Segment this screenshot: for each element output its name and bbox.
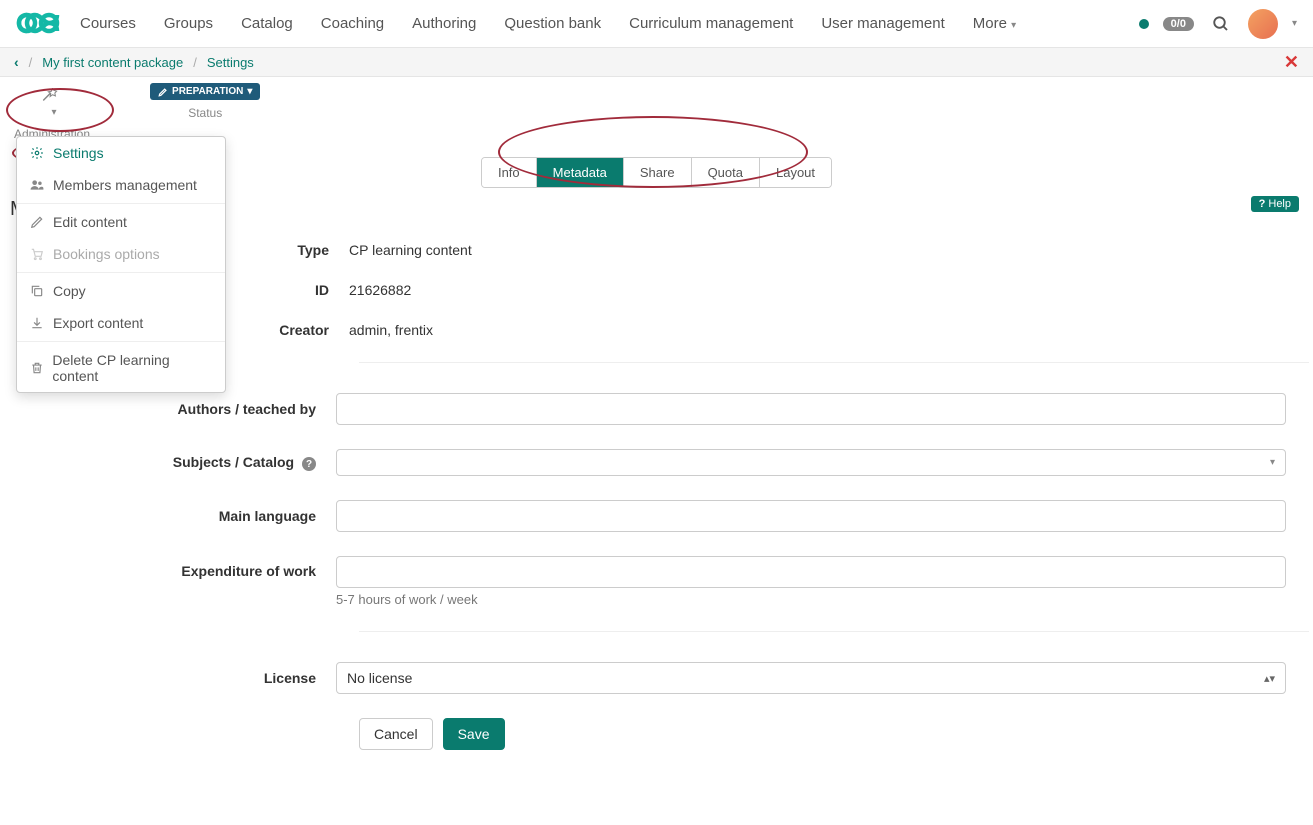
download-icon [29, 316, 45, 330]
dropdown-copy[interactable]: Copy [17, 275, 225, 307]
select-arrows-icon: ▴▾ [1264, 672, 1275, 685]
nav-right: 0/0 ▾ [1139, 9, 1297, 39]
gear-icon [29, 146, 45, 160]
label-license: License [14, 670, 336, 686]
tab-share[interactable]: Share [624, 158, 692, 187]
breadcrumb-back[interactable]: ‹ [14, 54, 19, 70]
divider [359, 362, 1309, 363]
value-type: CP learning content [349, 242, 1286, 258]
subjects-select[interactable]: ▾ [336, 449, 1286, 476]
nav-groups[interactable]: Groups [164, 15, 213, 32]
user-menu-caret-icon[interactable]: ▾ [1292, 18, 1297, 29]
dropdown-settings[interactable]: Settings [17, 137, 225, 169]
label-language: Main language [14, 508, 336, 524]
help-icon: ? [1259, 198, 1266, 210]
breadcrumb-sep: / [29, 55, 33, 70]
dropdown-export[interactable]: Export content [17, 307, 225, 339]
breadcrumb: ‹ / My first content package / Settings … [0, 48, 1313, 77]
nav-authoring[interactable]: Authoring [412, 15, 476, 32]
tab-info[interactable]: Info [482, 158, 537, 187]
status-label: Status [188, 106, 222, 120]
chevron-down-icon: ▾ [1011, 20, 1016, 31]
expenditure-hint: 5-7 hours of work / week [336, 592, 1286, 607]
form-buttons: Cancel Save [359, 718, 1286, 750]
dropdown-members[interactable]: Members management [17, 169, 225, 201]
breadcrumb-current[interactable]: Settings [207, 55, 254, 70]
status-block: PREPARATION ▾ Status [150, 83, 260, 120]
nav-catalog[interactable]: Catalog [241, 15, 293, 32]
top-nav: Courses Groups Catalog Coaching Authorin… [0, 0, 1313, 48]
nav-curriculum[interactable]: Curriculum management [629, 15, 793, 32]
nav-question-bank[interactable]: Question bank [504, 15, 601, 32]
users-icon [29, 178, 45, 192]
cancel-button[interactable]: Cancel [359, 718, 433, 750]
administration-button[interactable]: ▾ [33, 83, 71, 125]
license-select[interactable]: No license ▴▾ [336, 662, 1286, 694]
administration-menu[interactable]: ▾ Administration [14, 83, 90, 141]
close-icon[interactable]: ✕ [1284, 52, 1299, 73]
search-button[interactable] [1208, 11, 1234, 37]
breadcrumb-sep: / [193, 55, 197, 70]
administration-dropdown: Settings Members management Edit content… [16, 136, 226, 393]
divider [359, 631, 1309, 632]
help-icon[interactable]: ? [302, 457, 316, 471]
label-expenditure: Expenditure of work [14, 556, 336, 579]
dropdown-delete[interactable]: Delete CP learning content [17, 344, 225, 392]
avatar[interactable] [1248, 9, 1278, 39]
save-button[interactable]: Save [443, 718, 505, 750]
tab-layout[interactable]: Layout [760, 158, 831, 187]
nav-coaching[interactable]: Coaching [321, 15, 384, 32]
copy-icon [29, 284, 45, 298]
pencil-icon [29, 215, 45, 229]
nav-courses[interactable]: Courses [80, 15, 136, 32]
language-input[interactable] [336, 500, 1286, 532]
value-creator: admin, frentix [349, 322, 1286, 338]
nav-more[interactable]: More ▾ [973, 15, 1016, 32]
nav-user-mgmt[interactable]: User management [821, 15, 944, 32]
authors-input[interactable] [336, 393, 1286, 425]
status-dot-icon[interactable] [1139, 19, 1149, 29]
label-authors: Authors / teached by [14, 401, 336, 417]
status-pill[interactable]: PREPARATION ▾ [150, 83, 260, 100]
label-subjects: Subjects / Catalog ? [14, 454, 336, 472]
chevron-down-icon: ▾ [247, 86, 252, 97]
count-badge[interactable]: 0/0 [1163, 17, 1194, 31]
value-id: 21626882 [349, 282, 1286, 298]
dropdown-bookings[interactable]: Bookings options [17, 238, 225, 270]
nav-links: Courses Groups Catalog Coaching Authorin… [80, 15, 1139, 32]
tabs: Info Metadata Share Quota Layout [481, 157, 832, 188]
chevron-down-icon: ▾ [1270, 457, 1275, 468]
trash-icon [29, 361, 44, 375]
logo-icon[interactable] [16, 12, 60, 36]
chevron-down-icon: ▾ [52, 107, 57, 118]
tab-metadata[interactable]: Metadata [537, 158, 624, 187]
tab-quota[interactable]: Quota [692, 158, 760, 187]
expenditure-input[interactable] [336, 556, 1286, 588]
dropdown-edit[interactable]: Edit content [17, 206, 225, 238]
help-button[interactable]: ? Help [1251, 196, 1299, 212]
breadcrumb-parent[interactable]: My first content package [42, 55, 183, 70]
cart-icon [29, 247, 45, 261]
